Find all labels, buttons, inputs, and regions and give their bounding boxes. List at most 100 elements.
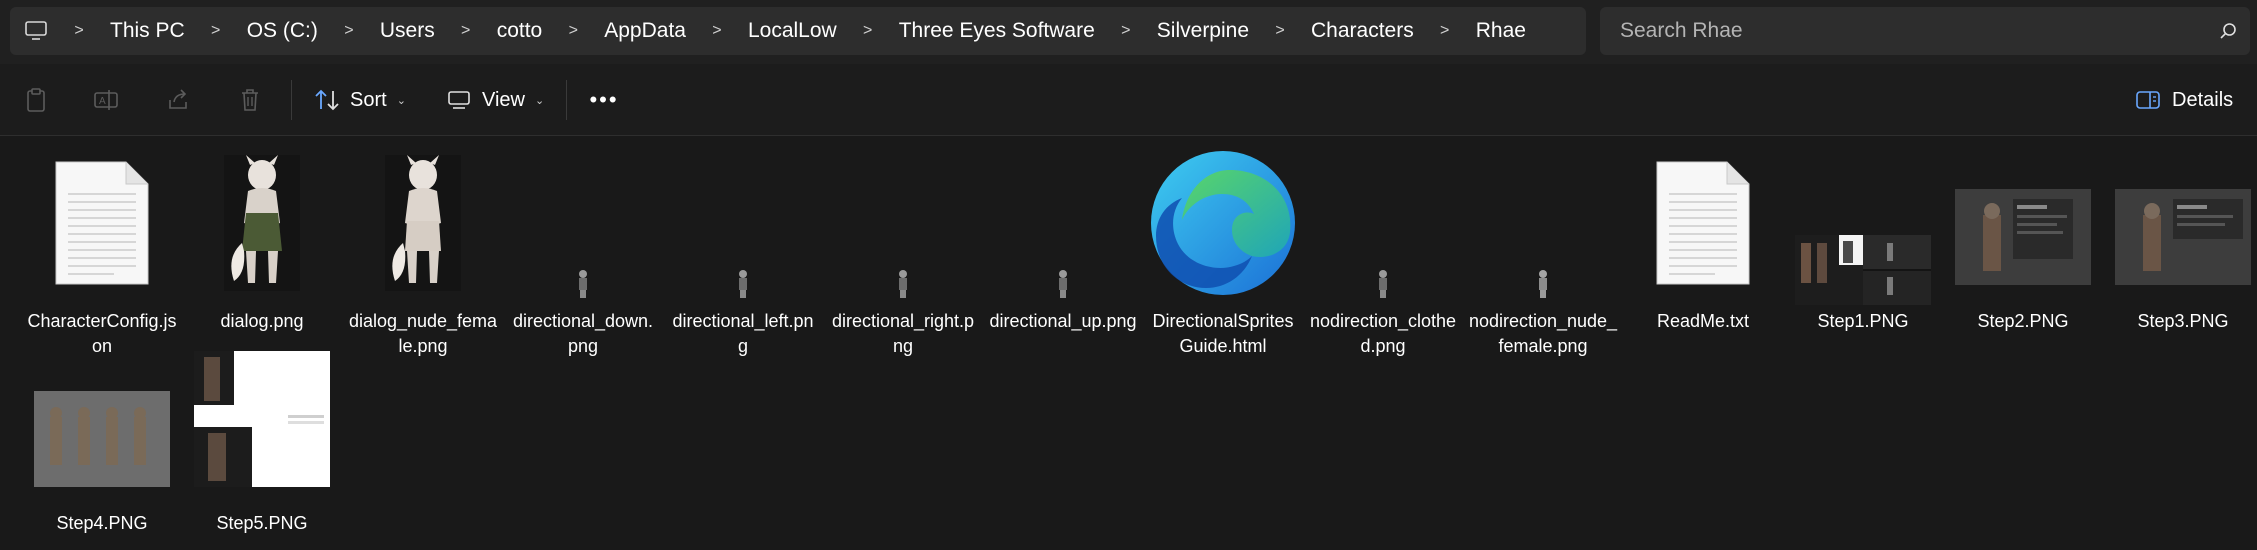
computer-icon[interactable] <box>10 7 62 55</box>
sprite-image <box>1539 270 1547 298</box>
file-thumbnail <box>348 153 498 293</box>
file-thumbnail <box>1468 153 1618 298</box>
details-pane-icon <box>2136 91 2160 109</box>
breadcrumb-label[interactable]: LocalLow <box>734 19 851 43</box>
address-bar[interactable]: > This PC > OS (C:) > Users > cotto > AppData… <box>10 7 1586 55</box>
file-name: Step5.PNG <box>216 513 308 533</box>
chevron-right-icon[interactable]: > <box>449 22 483 40</box>
screenshot-image <box>1795 235 1931 305</box>
trash-icon <box>242 89 258 111</box>
sort-label: Sort <box>350 88 387 111</box>
file-name: dialog_nude_female.png <box>348 311 498 356</box>
file-name: DirectionalSpritesGuide.html <box>1152 311 1294 356</box>
chevron-down-icon: ⌄ <box>535 94 545 107</box>
chevron-right-icon[interactable]: > <box>700 22 734 40</box>
chevron-right-icon[interactable]: > <box>332 22 366 40</box>
screenshot-image <box>1955 189 2091 285</box>
breadcrumb-label[interactable]: This PC <box>96 19 199 43</box>
search-box[interactable] <box>1600 7 2250 55</box>
file-name: directional_left.png <box>672 311 814 356</box>
breadcrumb-item[interactable]: > LocalLow <box>700 19 851 43</box>
command-bar: A Sort ⌄ View ⌄ ••• Details <box>0 64 2257 136</box>
view-button[interactable]: View ⌄ <box>440 78 550 122</box>
share-icon <box>169 89 187 109</box>
view-label: View <box>482 88 525 111</box>
character-portrait-image <box>385 155 461 291</box>
breadcrumb-item[interactable]: > Silverpine <box>1109 19 1263 43</box>
sprite-image <box>1379 270 1387 298</box>
toolbar-divider <box>566 80 567 120</box>
breadcrumb-label[interactable]: AppData <box>590 19 700 43</box>
more-options-button[interactable]: ••• <box>584 78 624 122</box>
document-icon <box>1656 161 1750 285</box>
details-label: Details <box>2172 88 2234 111</box>
file-thumbnail <box>27 153 177 293</box>
file-thumbnail <box>508 153 658 298</box>
file-thumbnail <box>1628 153 1778 293</box>
delete-button[interactable] <box>230 78 270 122</box>
breadcrumb-label[interactable]: Silverpine <box>1143 19 1263 43</box>
character-portrait-image <box>224 155 300 291</box>
chevron-right-icon[interactable]: > <box>1428 22 1462 40</box>
edge-browser-icon <box>1151 151 1295 295</box>
file-thumbnail <box>187 153 337 293</box>
file-thumbnail <box>187 351 337 495</box>
share-button[interactable] <box>158 78 198 122</box>
rename-button[interactable]: A <box>86 78 126 122</box>
breadcrumb-item[interactable]: > cotto <box>449 19 557 43</box>
chevron-right-icon[interactable]: > <box>62 22 96 40</box>
search-icon[interactable] <box>2206 7 2250 55</box>
breadcrumb-label[interactable]: Characters <box>1297 19 1428 43</box>
breadcrumb-label[interactable]: Rhae <box>1462 19 1540 43</box>
file-thumbnail <box>1788 153 1938 305</box>
file-name: CharacterConfig.json <box>27 311 177 356</box>
file-name: Step4.PNG <box>56 513 148 533</box>
sort-icon <box>315 89 339 111</box>
chevron-right-icon[interactable]: > <box>1109 22 1143 40</box>
screenshot-image <box>194 351 330 487</box>
breadcrumb-item[interactable]: > OS (C:) <box>199 19 332 43</box>
breadcrumb-item[interactable]: > Rhae <box>1428 19 1540 43</box>
document-icon <box>55 161 149 285</box>
file-name: ReadMe.txt <box>1656 311 1750 331</box>
file-name: nodirection_nude_female.png <box>1468 311 1618 356</box>
breadcrumb-label[interactable]: cotto <box>483 19 557 43</box>
breadcrumb: > This PC > OS (C:) > Users > cotto > AppData… <box>62 19 1540 43</box>
breadcrumb-label[interactable]: Three Eyes Software <box>885 19 1109 43</box>
breadcrumb-label[interactable]: OS (C:) <box>233 19 332 43</box>
monitor-icon <box>448 91 470 109</box>
chevron-right-icon[interactable]: > <box>199 22 233 40</box>
breadcrumb-item[interactable]: > AppData <box>556 19 700 43</box>
paste-button[interactable] <box>16 78 56 122</box>
file-thumbnail <box>1948 153 2098 293</box>
breadcrumb-item[interactable]: > Characters <box>1263 19 1428 43</box>
sprite-image <box>739 270 747 298</box>
screenshot-image <box>34 391 170 487</box>
chevron-right-icon[interactable]: > <box>1263 22 1297 40</box>
chevron-right-icon[interactable]: > <box>851 22 885 40</box>
sort-button[interactable]: Sort ⌄ <box>308 78 414 122</box>
details-button[interactable]: Details <box>2136 78 2248 122</box>
clipboard-icon <box>27 88 45 112</box>
sprite-image <box>899 270 907 298</box>
file-thumbnail <box>988 153 1138 298</box>
toolbar-divider <box>291 80 292 120</box>
address-bar-area: > This PC > OS (C:) > Users > cotto > AppData… <box>0 0 2257 64</box>
file-name: directional_down.png <box>512 311 654 356</box>
breadcrumb-item[interactable]: > Three Eyes Software <box>851 19 1109 43</box>
file-name: directional_right.png <box>831 311 975 356</box>
file-thumbnail <box>27 355 177 495</box>
file-name: Step1.PNG <box>1817 311 1909 331</box>
breadcrumb-label[interactable]: Users <box>366 19 449 43</box>
file-list: CharacterConfig.json dialog.png dialog_n… <box>0 137 2257 550</box>
file-thumbnail <box>1308 153 1458 298</box>
breadcrumb-item[interactable]: > Users <box>332 19 449 43</box>
file-thumbnail <box>668 153 818 298</box>
chevron-right-icon[interactable]: > <box>556 22 590 40</box>
file-thumbnail <box>1148 151 1298 295</box>
screenshot-image <box>2115 189 2251 285</box>
search-input[interactable] <box>1600 19 2206 43</box>
more-icon: ••• <box>589 87 619 112</box>
file-thumbnail <box>2108 153 2257 293</box>
breadcrumb-item[interactable]: > This PC <box>62 19 199 43</box>
